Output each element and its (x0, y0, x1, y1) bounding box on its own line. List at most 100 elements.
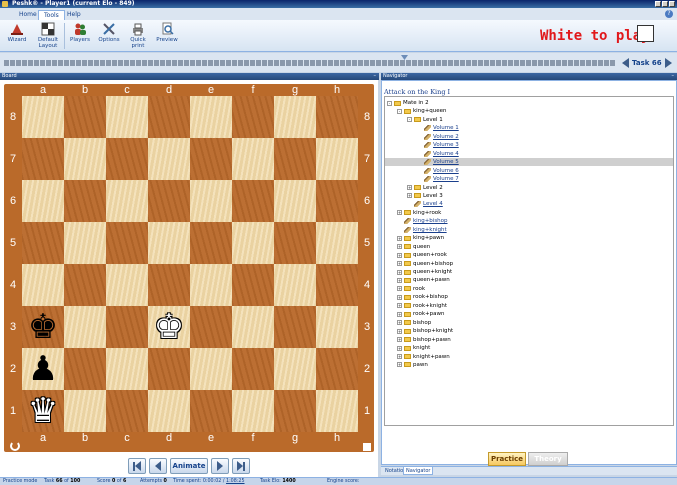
tree-node[interactable]: king+bishop (397, 217, 448, 225)
square-c2[interactable] (106, 348, 148, 390)
expand-icon[interactable]: + (397, 261, 402, 267)
square-b8[interactable] (64, 96, 106, 138)
tree-node[interactable]: + queen+pawn (397, 276, 450, 284)
expand-icon[interactable]: + (407, 185, 412, 190)
square-c1[interactable] (106, 390, 148, 432)
tree-node[interactable]: + bishop (397, 319, 431, 327)
square-d2[interactable] (148, 348, 190, 390)
tree-node[interactable]: Volume 2 (417, 133, 459, 141)
square-f3[interactable] (232, 306, 274, 348)
preview-button[interactable]: Preview (153, 22, 181, 50)
tree-node[interactable]: Volume 5 (385, 158, 673, 167)
square-e6[interactable] (190, 180, 232, 222)
tree-node[interactable]: + rook+pawn (397, 310, 445, 318)
square-f5[interactable] (232, 222, 274, 264)
close-icon[interactable] (669, 1, 675, 7)
tree-node[interactable]: + rook+bishop (397, 293, 448, 301)
tree-node[interactable]: - Mate in 2 (387, 99, 429, 107)
practice-button[interactable]: Practice (488, 452, 526, 466)
square-b4[interactable] (64, 264, 106, 306)
next-move-button[interactable] (211, 458, 229, 474)
previous-move-button[interactable] (149, 458, 167, 474)
square-h4[interactable] (316, 264, 358, 306)
square-d7[interactable] (148, 138, 190, 180)
square-e8[interactable] (190, 96, 232, 138)
tree-node[interactable]: + Level 2 (407, 184, 443, 192)
next-task-icon[interactable] (664, 57, 672, 68)
panel-pin-icon[interactable]: – (374, 73, 377, 80)
square-e1[interactable] (190, 390, 232, 432)
flip-board-icon[interactable] (10, 441, 20, 451)
white-king-piece[interactable]: ♚ (148, 306, 190, 348)
players-button[interactable]: Players (66, 22, 94, 50)
square-f2[interactable] (232, 348, 274, 390)
minimize-icon[interactable] (655, 1, 661, 7)
square-h8[interactable] (316, 96, 358, 138)
tree-node[interactable]: Volume 3 (417, 141, 459, 149)
panel-pin-icon[interactable]: – (672, 73, 675, 80)
expand-icon[interactable]: + (397, 269, 402, 275)
expand-icon[interactable]: + (397, 303, 402, 309)
default-layout-button[interactable]: Default Layout (34, 22, 62, 50)
square-h2[interactable] (316, 348, 358, 390)
square-d5[interactable] (148, 222, 190, 264)
square-f1[interactable] (232, 390, 274, 432)
square-g4[interactable] (274, 264, 316, 306)
tree-node[interactable]: + bishop+pawn (397, 336, 451, 344)
expand-icon[interactable]: + (397, 244, 402, 250)
square-b2[interactable] (64, 348, 106, 390)
square-h5[interactable] (316, 222, 358, 264)
tree-node[interactable]: + king+pawn (397, 234, 444, 242)
tree-node[interactable]: + queen+rook (397, 251, 447, 259)
square-b1[interactable] (64, 390, 106, 432)
square-g3[interactable] (274, 306, 316, 348)
task-progress-bar[interactable] (4, 60, 616, 66)
tree-node[interactable]: + bishop+knight (397, 327, 453, 335)
last-move-button[interactable] (232, 458, 250, 474)
square-h3[interactable] (316, 306, 358, 348)
square-f8[interactable] (232, 96, 274, 138)
animate-button[interactable]: Animate (170, 458, 208, 474)
tree-node[interactable]: + Level 3 (407, 192, 443, 200)
square-d6[interactable] (148, 180, 190, 222)
tree-node[interactable]: + queen+bishop (397, 260, 453, 268)
tree-node[interactable]: + pawn (397, 361, 428, 369)
expand-icon[interactable]: + (397, 337, 402, 343)
square-f7[interactable] (232, 138, 274, 180)
square-g6[interactable] (274, 180, 316, 222)
collapse-icon[interactable]: - (407, 117, 412, 123)
square-e5[interactable] (190, 222, 232, 264)
square-e7[interactable] (190, 138, 232, 180)
square-g5[interactable] (274, 222, 316, 264)
tree-node[interactable]: + rook+knight (397, 302, 447, 310)
tab-tools[interactable]: Tools (38, 10, 65, 20)
square-c8[interactable] (106, 96, 148, 138)
square-d1[interactable] (148, 390, 190, 432)
expand-icon[interactable]: + (397, 320, 402, 326)
black-king-piece[interactable]: ♚ (22, 306, 64, 348)
options-button[interactable]: Options (95, 22, 123, 50)
maximize-icon[interactable] (662, 1, 668, 7)
square-h1[interactable] (316, 390, 358, 432)
square-a6[interactable] (22, 180, 64, 222)
tree-node[interactable]: + king+rook (397, 209, 441, 217)
expand-icon[interactable]: + (397, 345, 402, 351)
expand-icon[interactable]: + (397, 235, 402, 241)
square-a7[interactable] (22, 138, 64, 180)
square-b5[interactable] (64, 222, 106, 264)
square-f4[interactable] (232, 264, 274, 306)
tab-help[interactable]: Help (62, 10, 86, 20)
square-b3[interactable] (64, 306, 106, 348)
square-h6[interactable] (316, 180, 358, 222)
expand-icon[interactable]: + (397, 252, 402, 258)
expand-icon[interactable]: + (397, 294, 402, 300)
square-g8[interactable] (274, 96, 316, 138)
black-pawn-piece[interactable]: ♟ (22, 348, 64, 390)
expand-icon[interactable]: + (397, 286, 402, 292)
tree-node[interactable]: + queen (397, 243, 430, 251)
tree-node[interactable]: Volume 6 (417, 167, 459, 175)
square-g2[interactable] (274, 348, 316, 390)
expand-icon[interactable]: + (397, 362, 402, 368)
expand-icon[interactable]: + (397, 311, 402, 317)
expand-icon[interactable]: + (397, 354, 402, 359)
